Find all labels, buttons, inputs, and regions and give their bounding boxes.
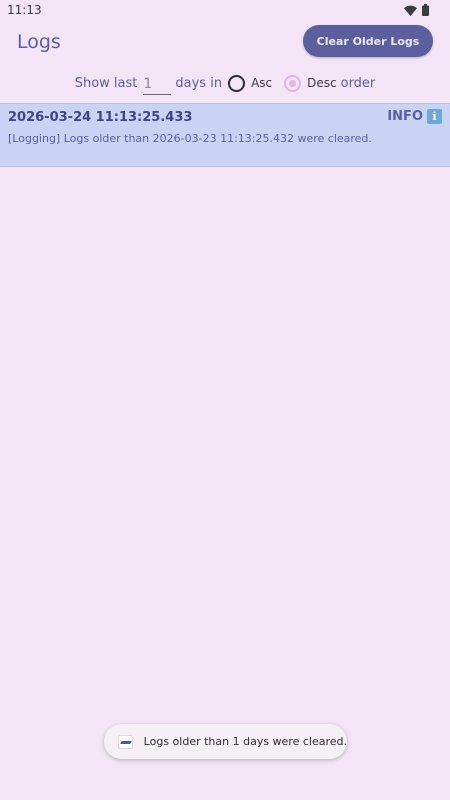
page-title: Logs bbox=[17, 31, 61, 53]
battery-icon bbox=[422, 4, 429, 16]
clear-older-logs-button[interactable]: Clear Older Logs bbox=[303, 25, 433, 57]
asc-radio[interactable] bbox=[228, 74, 246, 92]
app-icon bbox=[118, 734, 133, 749]
desc-label[interactable]: Desc bbox=[307, 76, 336, 90]
show-last-label: Show last bbox=[74, 75, 138, 91]
log-message: [Logging] Logs older than 2026-03-23 11:… bbox=[8, 132, 372, 145]
log-level: INFO i bbox=[387, 109, 442, 124]
toast: Logs older than 1 days were cleared. bbox=[104, 724, 347, 759]
log-list: 2026-03-24 11:13:25.433 INFO i [Logging]… bbox=[0, 103, 450, 167]
info-icon: i bbox=[427, 109, 442, 124]
log-level-text: INFO bbox=[387, 109, 423, 124]
status-bar: 11:13 bbox=[0, 0, 450, 20]
logs-screen: 11:13 Logs Clear Older Logs Show last da… bbox=[0, 0, 450, 800]
wifi-icon bbox=[404, 5, 417, 16]
days-in-label: days in bbox=[175, 75, 223, 91]
days-input[interactable] bbox=[143, 71, 172, 95]
desc-radio[interactable] bbox=[284, 74, 302, 92]
log-entry[interactable]: 2026-03-24 11:13:25.433 INFO i [Logging]… bbox=[0, 103, 450, 167]
status-time: 11:13 bbox=[7, 3, 42, 17]
order-label: order bbox=[340, 75, 376, 91]
status-icons bbox=[404, 4, 429, 16]
log-timestamp: 2026-03-24 11:13:25.433 bbox=[8, 110, 193, 125]
toast-text: Logs older than 1 days were cleared. bbox=[143, 735, 347, 748]
filter-row: Show last days in Asc Desc order bbox=[0, 70, 450, 96]
asc-label[interactable]: Asc bbox=[251, 76, 272, 90]
header: Logs Clear Older Logs bbox=[0, 24, 450, 60]
